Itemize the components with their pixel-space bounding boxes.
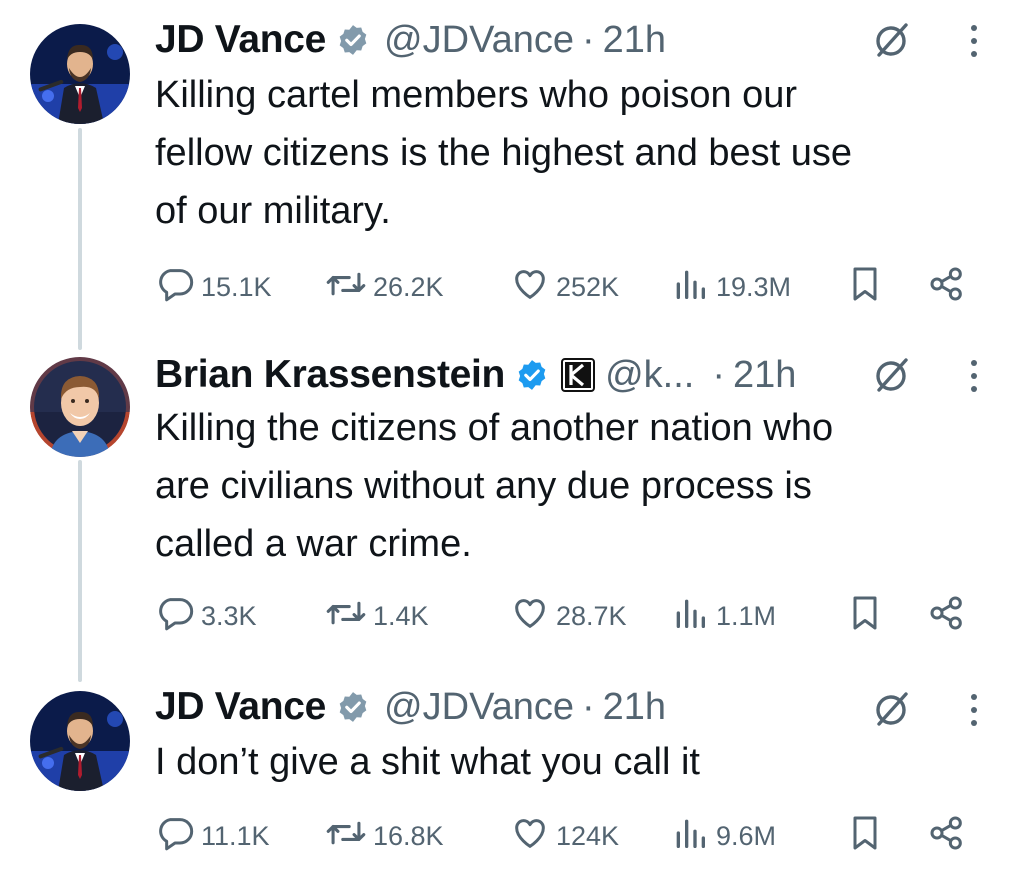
grok-icon[interactable]	[872, 355, 912, 395]
bookmark-icon[interactable]	[845, 593, 885, 638]
share-icon[interactable]	[927, 264, 967, 309]
author-handle[interactable]: @JDVance	[384, 686, 574, 729]
avatar[interactable]	[30, 691, 130, 791]
like-count: 124K	[556, 821, 620, 851]
author-name[interactable]: JD Vance	[155, 685, 326, 729]
views-count: 9.6M	[716, 821, 777, 851]
views-count: 1.1M	[716, 601, 777, 631]
tweet[interactable]: Brian Krassenstein @k... · 21h Killing t…	[0, 345, 1024, 675]
more-options-icon[interactable]	[967, 357, 981, 397]
bookmark-icon[interactable]	[845, 264, 885, 309]
like-icon	[510, 264, 556, 311]
views-button[interactable]: 9.6M	[670, 813, 776, 860]
verified-badge-gray-icon	[336, 23, 370, 57]
timestamp[interactable]: 21h	[733, 354, 796, 397]
views-icon	[670, 593, 716, 640]
tweet-text: I don’t give a shit what you call it	[155, 741, 700, 783]
repost-icon	[325, 264, 373, 311]
repost-count: 16.8K	[373, 821, 444, 851]
repost-count: 26.2K	[373, 272, 444, 302]
affiliate-badge-icon[interactable]	[561, 358, 596, 392]
timestamp[interactable]: 21h	[603, 19, 666, 62]
tweet-actions: 11.1K 16.8K 124K 9.6M	[155, 813, 975, 857]
verified-badge-blue-icon	[515, 358, 549, 392]
reply-button[interactable]: 3.3K	[155, 593, 257, 640]
separator-dot: ·	[582, 18, 595, 61]
reply-count: 3.3K	[201, 601, 257, 631]
tweet-actions: 15.1K 26.2K 252K 19.3M	[155, 264, 975, 308]
like-count: 28.7K	[556, 601, 627, 631]
verified-badge-gray-icon	[336, 690, 370, 724]
repost-button[interactable]: 1.4K	[325, 593, 429, 640]
more-options-icon[interactable]	[967, 691, 981, 731]
repost-icon	[325, 593, 373, 640]
views-button[interactable]: 1.1M	[670, 593, 776, 640]
like-count: 252K	[556, 272, 620, 302]
views-count: 19.3M	[716, 272, 792, 302]
author-name[interactable]: JD Vance	[155, 18, 326, 62]
tweet-header: JD Vance @JDVance · 21h	[155, 681, 666, 733]
author-handle[interactable]: @JDVance	[384, 19, 574, 62]
reply-button[interactable]: 15.1K	[155, 264, 272, 311]
like-icon	[510, 593, 556, 640]
timestamp[interactable]: 21h	[603, 686, 666, 729]
reply-button[interactable]: 11.1K	[155, 813, 270, 860]
avatar[interactable]	[30, 24, 130, 124]
tweet-text: Killing cartel members who poison our fe…	[155, 74, 853, 232]
views-button[interactable]: 19.3M	[670, 264, 791, 311]
tweet-header: Brian Krassenstein @k... · 21h	[155, 349, 796, 401]
bookmark-icon[interactable]	[845, 813, 885, 858]
tweet[interactable]: JD Vance @JDVance · 21h I don’t give a s…	[0, 675, 1024, 880]
like-icon	[510, 813, 556, 860]
like-button[interactable]: 124K	[510, 813, 619, 860]
tweet-header: JD Vance @JDVance · 21h	[155, 14, 666, 66]
separator-dot: ·	[712, 353, 725, 396]
repost-icon	[325, 813, 373, 860]
avatar[interactable]	[30, 357, 130, 457]
share-icon[interactable]	[927, 593, 967, 638]
repost-button[interactable]: 16.8K	[325, 813, 444, 860]
separator-dot: ·	[582, 685, 595, 728]
author-name[interactable]: Brian Krassenstein	[155, 353, 505, 397]
like-button[interactable]: 252K	[510, 264, 619, 311]
like-button[interactable]: 28.7K	[510, 593, 627, 640]
grok-icon[interactable]	[872, 689, 912, 729]
repost-button[interactable]: 26.2K	[325, 264, 444, 311]
views-icon	[670, 264, 716, 311]
repost-count: 1.4K	[373, 601, 429, 631]
grok-icon[interactable]	[872, 20, 912, 60]
tweet-actions: 3.3K 1.4K 28.7K 1.1M	[155, 593, 975, 637]
tweet-text: Killing the citizens of another nation w…	[155, 407, 834, 565]
tweet[interactable]: JD Vance @JDVance · 21h Killing cartel m…	[0, 0, 1024, 345]
more-options-icon[interactable]	[967, 22, 981, 62]
reply-count: 11.1K	[201, 821, 270, 851]
share-icon[interactable]	[927, 813, 967, 858]
author-handle[interactable]: @k...	[605, 354, 694, 397]
views-icon	[670, 813, 716, 860]
reply-icon	[155, 593, 201, 640]
reply-count: 15.1K	[201, 272, 272, 302]
reply-icon	[155, 813, 201, 860]
reply-icon	[155, 264, 201, 311]
